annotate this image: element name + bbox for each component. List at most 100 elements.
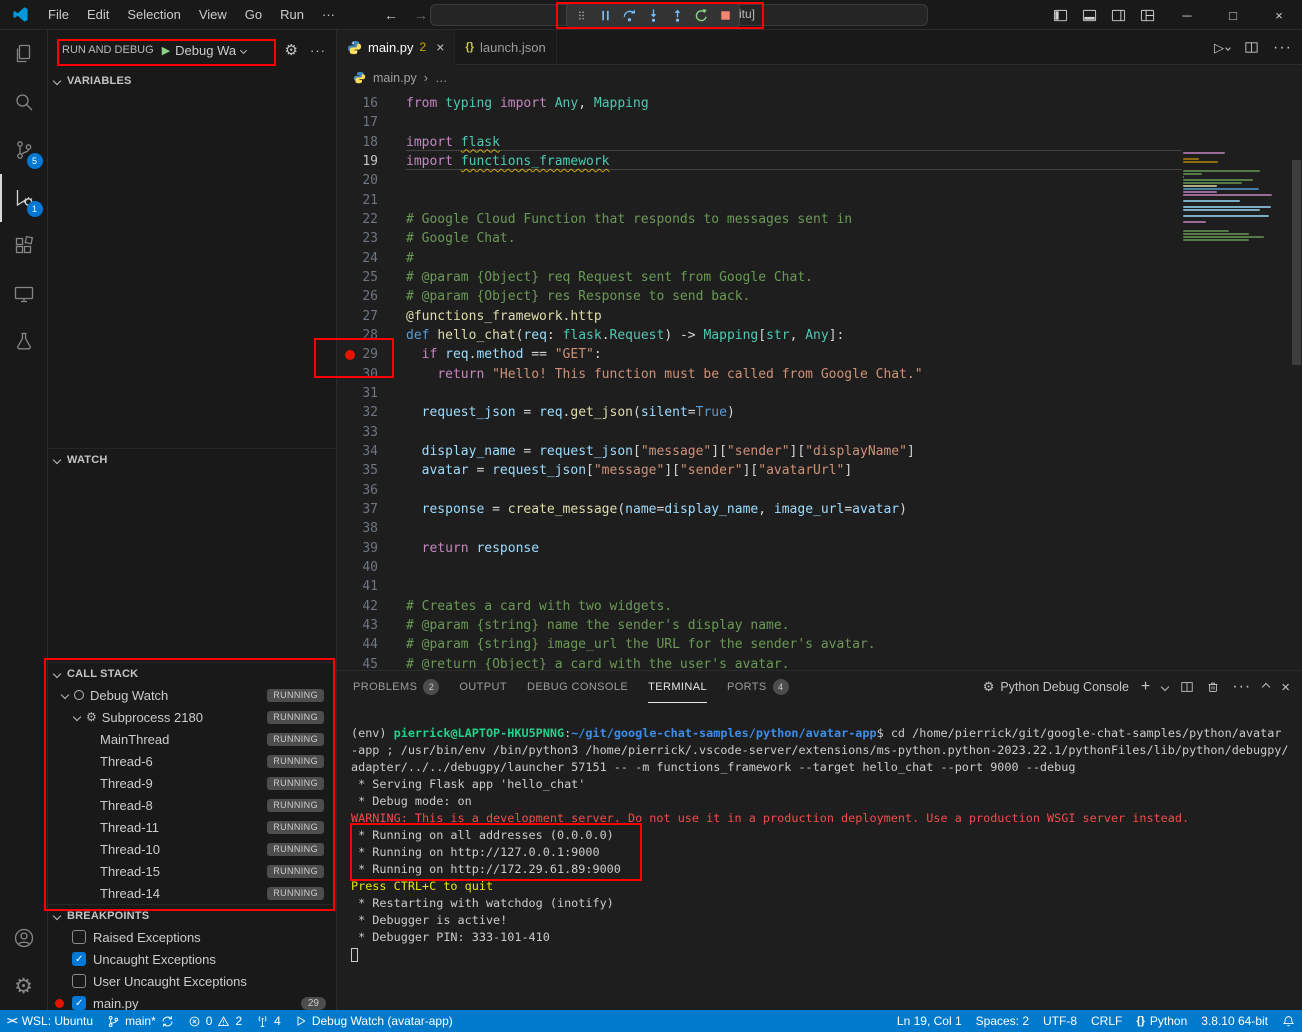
code-line[interactable]: 19import functions_framework [337, 152, 1302, 171]
call-stack-row[interactable]: Thread-6RUNNING [48, 750, 336, 772]
editor-more-icon[interactable]: ··· [1273, 39, 1292, 57]
code-line[interactable]: 27@functions_framework.http [337, 307, 1302, 326]
call-stack-row[interactable]: Thread-11RUNNING [48, 816, 336, 838]
code-line[interactable]: 26# @param {Object} res Response to send… [337, 287, 1302, 306]
restart-button[interactable] [689, 4, 713, 27]
checkbox[interactable] [72, 996, 86, 1010]
step-into-button[interactable] [641, 4, 665, 27]
git-branch-item[interactable]: main* [100, 1010, 181, 1032]
breadcrumb[interactable]: main.py › … [337, 65, 1302, 90]
toggle-panel-icon[interactable] [1075, 8, 1104, 23]
code-line[interactable]: 16from typing import Any, Mapping [337, 94, 1302, 113]
code-line[interactable]: 25# @param {Object} req Request sent fro… [337, 268, 1302, 287]
terminal-dropdown-icon[interactable] [1161, 683, 1169, 691]
breakpoint-row[interactable]: main.py29 [48, 992, 336, 1010]
call-stack-row[interactable]: Thread-8RUNNING [48, 794, 336, 816]
code-editor[interactable]: 16from typing import Any, Mapping1718imp… [337, 90, 1302, 670]
tab-problems[interactable]: PROBLEMS 2 [353, 671, 439, 703]
accounts-button[interactable] [0, 914, 48, 962]
breakpoint-row[interactable]: Uncaught Exceptions [48, 948, 336, 970]
drag-handle-icon[interactable] [569, 4, 593, 27]
menu-go[interactable]: Go [236, 0, 271, 30]
sidebar-item-extensions[interactable] [0, 222, 48, 270]
code-line[interactable]: 45# @return {Object} a card with the use… [337, 655, 1302, 670]
step-out-button[interactable] [665, 4, 689, 27]
call-stack-row[interactable]: Thread-14RUNNING [48, 882, 336, 904]
sidebar-item-remote-explorer[interactable] [0, 270, 48, 318]
split-editor-icon[interactable] [1244, 40, 1259, 55]
close-button[interactable]: × [1256, 0, 1302, 30]
debug-config-dropdown[interactable]: ▶ Debug Wa [162, 43, 246, 58]
code-line[interactable]: 18import flask [337, 133, 1302, 152]
sidebar-item-explorer[interactable] [0, 30, 48, 78]
checkbox[interactable] [72, 952, 86, 966]
step-over-button[interactable] [617, 4, 641, 27]
chevron-down-icon[interactable] [61, 691, 69, 699]
breakpoint-row[interactable]: Raised Exceptions [48, 926, 336, 948]
kill-terminal-icon[interactable] [1206, 680, 1220, 694]
split-terminal-icon[interactable] [1180, 680, 1194, 694]
code-line[interactable]: 30 return "Hello! This function must be … [337, 365, 1302, 384]
remote-indicator[interactable]: >< WSL: Ubuntu [0, 1010, 100, 1032]
gear-icon[interactable]: ⚙ [285, 41, 298, 59]
section-breakpoints[interactable]: BREAKPOINTS [48, 904, 336, 926]
sync-icon[interactable] [161, 1015, 174, 1028]
menu-selection[interactable]: Selection [118, 0, 189, 30]
code-line[interactable]: 42# Creates a card with two widgets. [337, 597, 1302, 616]
panel-more-icon[interactable]: ··· [1232, 678, 1251, 696]
terminal-selector[interactable]: ⚙ Python Debug Console [983, 679, 1129, 695]
menu-more[interactable]: ··· [313, 0, 344, 30]
maximize-panel-icon[interactable] [1262, 683, 1270, 691]
chevron-down-icon[interactable] [73, 713, 81, 721]
terminal-output[interactable]: (env) pierrick@LAPTOP-HKU5PNNG:~/git/goo… [337, 703, 1302, 1010]
breadcrumb-file[interactable]: main.py [373, 71, 417, 85]
menu-run[interactable]: Run [271, 0, 313, 30]
code-line[interactable]: 35 avatar = request_json["message"]["sen… [337, 461, 1302, 480]
section-call-stack[interactable]: CALL STACK [48, 662, 336, 684]
call-stack-row[interactable]: MainThreadRUNNING [48, 728, 336, 750]
code-line[interactable]: 41 [337, 577, 1302, 596]
breadcrumb-symbol[interactable]: … [435, 71, 448, 85]
python-interpreter-item[interactable]: 3.8.10 64-bit [1194, 1010, 1275, 1032]
code-line[interactable]: 29 if req.method == "GET": [337, 345, 1302, 364]
notifications-bell[interactable] [1275, 1010, 1302, 1032]
stop-button[interactable] [713, 4, 737, 27]
new-terminal-button[interactable]: + [1141, 678, 1150, 696]
tab-main-py[interactable]: main.py 2 × [337, 30, 455, 65]
call-stack-row[interactable]: Thread-10RUNNING [48, 838, 336, 860]
code-line[interactable]: 23# Google Chat. [337, 229, 1302, 248]
indentation-item[interactable]: Spaces: 2 [969, 1010, 1036, 1032]
toggle-sidebar-icon[interactable] [1046, 8, 1075, 23]
code-line[interactable]: 40 [337, 558, 1302, 577]
section-variables[interactable]: VARIABLES [48, 70, 336, 92]
call-stack-row[interactable]: Thread-15RUNNING [48, 860, 336, 882]
tab-debug-console[interactable]: DEBUG CONSOLE [527, 671, 628, 703]
start-debugging-icon[interactable]: ▶ [162, 44, 170, 57]
code-line[interactable]: 34 display_name = request_json["message"… [337, 442, 1302, 461]
minimize-button[interactable]: ─ [1164, 0, 1210, 30]
code-line[interactable]: 36 [337, 481, 1302, 500]
customize-layout-icon[interactable] [1133, 8, 1162, 23]
code-line[interactable]: 28def hello_chat(req: flask.Request) -> … [337, 326, 1302, 345]
settings-button[interactable]: ⚙ [0, 962, 48, 1010]
sidebar-item-source-control[interactable]: 5 [0, 126, 48, 174]
code-line[interactable]: 24# [337, 249, 1302, 268]
checkbox[interactable] [72, 930, 86, 944]
call-stack-row[interactable]: ⚙Subprocess 2180RUNNING [48, 706, 336, 728]
code-line[interactable]: 43# @param {string} name the sender's di… [337, 616, 1302, 635]
checkbox[interactable] [72, 974, 86, 988]
back-button[interactable]: ← [384, 7, 398, 23]
cursor-position-item[interactable]: Ln 19, Col 1 [890, 1010, 969, 1032]
code-line[interactable]: 38 [337, 519, 1302, 538]
breakpoint-row[interactable]: User Uncaught Exceptions [48, 970, 336, 992]
eol-item[interactable]: CRLF [1084, 1010, 1129, 1032]
call-stack-row[interactable]: Thread-9RUNNING [48, 772, 336, 794]
more-actions-icon[interactable]: ··· [310, 43, 326, 58]
tab-launch-json[interactable]: {} launch.json [455, 30, 556, 64]
code-line[interactable]: 39 return response [337, 539, 1302, 558]
editor-scrollbar[interactable] [1292, 160, 1301, 365]
code-line[interactable]: 44# @param {string} image_url the URL fo… [337, 635, 1302, 654]
code-line[interactable]: 21 [337, 191, 1302, 210]
run-python-file-button[interactable]: ▷ [1214, 40, 1230, 56]
tab-ports[interactable]: PORTS 4 [727, 671, 789, 703]
